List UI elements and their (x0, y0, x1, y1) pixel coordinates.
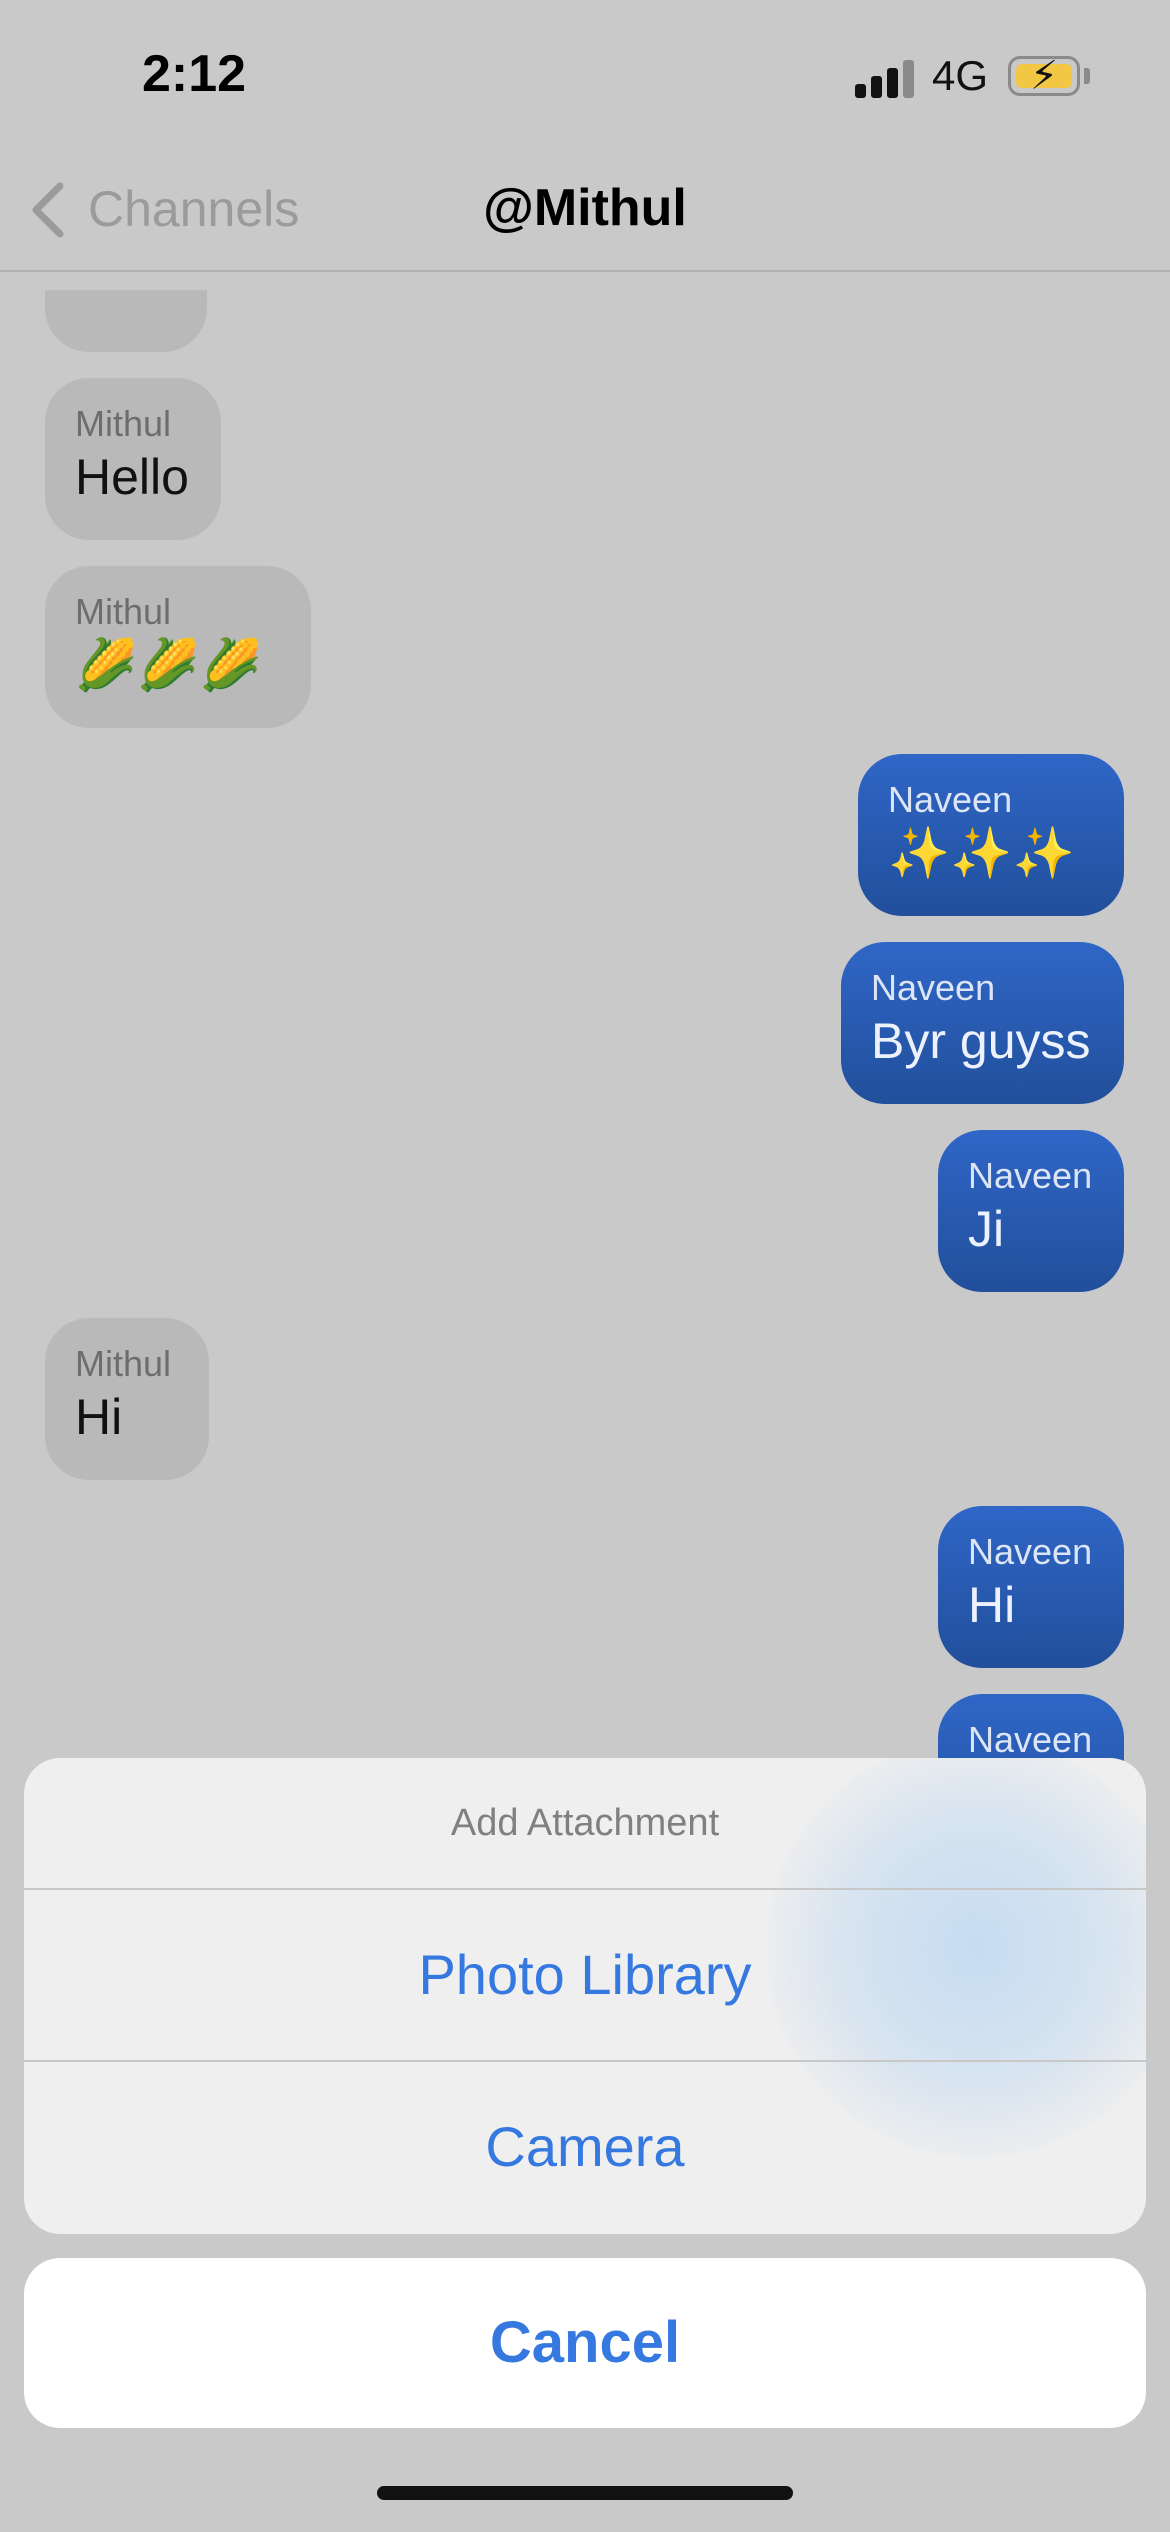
photo-library-option[interactable]: Photo Library (24, 1890, 1146, 2060)
signal-icon (855, 58, 915, 98)
message-sender: Naveen (968, 1155, 1093, 1196)
message-bubble[interactable]: Naveen Ji (938, 1130, 1124, 1292)
page-title: @Mithul (483, 179, 687, 237)
camera-option[interactable]: Camera (24, 2062, 1146, 2232)
home-indicator[interactable] (377, 2486, 793, 2500)
attachment-action-sheet: Add Attachment Photo Library Camera (24, 1758, 1146, 2234)
message-sender: Mithul (75, 1343, 172, 1384)
message-bubble[interactable]: Mithul Hi (45, 1318, 209, 1480)
message-text: Hi (75, 1389, 123, 1445)
status-time: 2:12 (142, 45, 247, 103)
navigation-bar: Channels @Mithul (0, 150, 1170, 272)
message-sender: Mithul (75, 403, 172, 444)
message-bubble[interactable]: Naveen Byr guyss (841, 942, 1124, 1104)
cancel-button[interactable]: Cancel (24, 2258, 1146, 2428)
message-bubble-partial (45, 290, 207, 352)
message-text: Hello (75, 449, 189, 505)
message-text: Hi (968, 1577, 1016, 1633)
message-text: Ji (968, 1201, 1005, 1257)
message-text: Byr guyss (871, 1013, 1091, 1069)
message-bubble[interactable]: Naveen ✨✨✨ (858, 754, 1124, 916)
message-text: ✨✨✨ (888, 825, 1075, 881)
message-bubble[interactable]: Naveen Hi (938, 1506, 1124, 1668)
message-sender: Naveen (888, 779, 1013, 820)
message-sender: Naveen (968, 1719, 1093, 1760)
message-sender: Naveen (968, 1531, 1093, 1572)
message-bubble[interactable]: Mithul Hello (45, 378, 221, 540)
message-bubble[interactable]: Mithul 🌽🌽🌽 (45, 566, 311, 728)
message-sender: Mithul (75, 591, 172, 632)
action-sheet-title: Add Attachment (450, 1802, 720, 1844)
network-type: 4G (932, 52, 989, 99)
battery-tip (1084, 68, 1090, 84)
battery-charging-icon: ⚡ (1008, 54, 1080, 98)
message-sender: Naveen (871, 967, 996, 1008)
message-text: 🌽🌽🌽 (75, 637, 262, 693)
status-bar: 2:12 4G ⚡ (0, 0, 1170, 150)
